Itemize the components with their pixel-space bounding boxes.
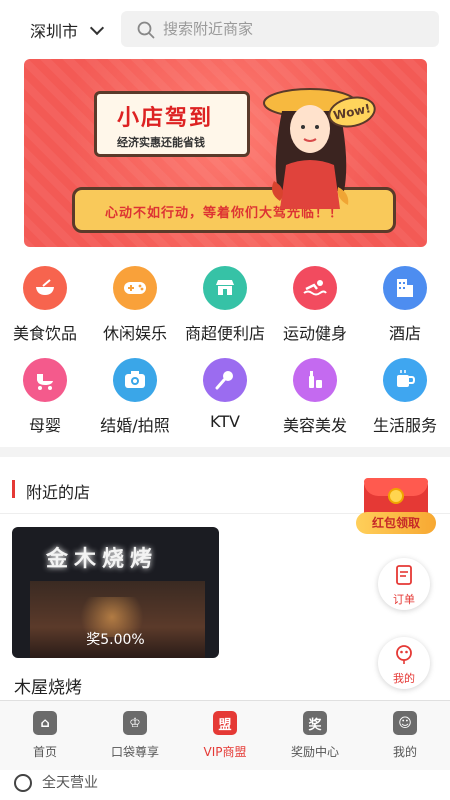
category-label: 结婚/拍照 — [100, 416, 170, 435]
tab-mine[interactable]: ☺ 我的 — [360, 711, 450, 760]
bottom-peek-row: 全天营业 — [0, 770, 450, 800]
bottom-tab-bar: ⌂ 首页 ♔ 口袋尊享 盟 VIP商盟 奖 奖励中心 ☺ 我的 — [0, 700, 450, 770]
search-input[interactable] — [163, 20, 423, 38]
tab-label: 奖励中心 — [290, 745, 339, 759]
order-icon — [396, 565, 412, 585]
category-label: 商超便利店 — [184, 324, 265, 343]
category-label: 休闲娱乐 — [102, 324, 167, 343]
tab-home[interactable]: ⌂ 首页 — [0, 711, 90, 760]
reward-icon: 奖 — [303, 711, 327, 735]
category-label: 运动健身 — [282, 324, 347, 343]
business-hours: 全天营业 — [42, 775, 98, 791]
cosmetics-icon — [293, 358, 337, 402]
bowl-icon — [23, 266, 67, 310]
red-packet-button[interactable]: 红包领取 — [356, 474, 436, 536]
swim-icon — [293, 266, 337, 310]
top-bar: 深圳市 — [0, 0, 450, 58]
nearby-title: 附近的店 — [26, 483, 91, 502]
gamepad-icon — [113, 266, 157, 310]
section-divider — [0, 447, 450, 457]
category-label: 美食饮品 — [12, 324, 77, 343]
banner-card: 小店驾到 经济实惠还能省钱 — [94, 91, 250, 157]
clock-icon — [14, 774, 32, 792]
tab-label: 首页 — [32, 745, 57, 759]
tab-label: 口袋尊享 — [110, 745, 159, 759]
store-icon — [203, 266, 247, 310]
category-sports-fitness[interactable]: 运动健身 — [270, 266, 360, 344]
tab-label: 我的 — [392, 745, 417, 759]
category-ktv[interactable]: KTV — [180, 358, 270, 431]
banner-subtitle: 经济实惠还能省钱 — [117, 136, 205, 149]
category-convenience-store[interactable]: 商超便利店 — [180, 266, 270, 344]
shop-promo: 奖5.00% — [86, 632, 145, 648]
category-label: KTV — [210, 412, 240, 431]
category-food-drinks[interactable]: 美食饮品 — [0, 266, 90, 344]
cup-icon — [383, 358, 427, 402]
red-packet-label: 红包领取 — [356, 512, 436, 534]
hotel-icon — [383, 266, 427, 310]
orders-label: 订单 — [393, 593, 415, 606]
category-life-services[interactable]: 生活服务 — [360, 358, 450, 436]
mine-float-button[interactable]: 我的 — [378, 637, 430, 689]
category-label: 酒店 — [388, 324, 421, 343]
tab-vip-alliance[interactable]: 盟 VIP商盟 — [180, 711, 270, 760]
shop-card-image[interactable]: 金木烧烤 奖5.00% — [12, 527, 219, 658]
category-wedding-photo[interactable]: 结婚/拍照 — [90, 358, 180, 436]
stroller-icon — [23, 358, 67, 402]
chevron-down-icon — [89, 20, 105, 35]
crown-icon: ♔ — [123, 711, 147, 735]
tab-reward-center[interactable]: 奖 奖励中心 — [270, 711, 360, 760]
tab-label: VIP商盟 — [203, 745, 247, 759]
category-row: 母婴 结婚/拍照 KTV 美容美发 生活服务 — [0, 358, 450, 448]
section-accent-bar — [12, 480, 15, 498]
search-icon — [137, 21, 155, 39]
coin-icon — [388, 488, 404, 504]
microphone-icon — [203, 358, 247, 402]
category-row: 美食饮品 休闲娱乐 商超便利店 运动健身 酒店 — [0, 266, 450, 356]
banner-title: 小店驾到 — [117, 106, 214, 131]
shop-sign: 金木烧烤 — [46, 547, 159, 572]
category-label: 母婴 — [28, 416, 61, 435]
promo-banner[interactable]: 心动不如行动，等着你们大驾光临！！ 小店驾到 经济实惠还能省钱 Wow! — [24, 59, 427, 247]
orders-float-button[interactable]: 订单 — [378, 558, 430, 610]
category-beauty-salon[interactable]: 美容美发 — [270, 358, 360, 436]
city-label: 深圳市 — [30, 22, 79, 41]
category-mother-baby[interactable]: 母婴 — [0, 358, 90, 436]
home-icon: ⌂ — [33, 711, 57, 735]
tab-pocket-vip[interactable]: ♔ 口袋尊享 — [90, 711, 180, 760]
search-bar[interactable] — [121, 11, 439, 47]
category-label: 美容美发 — [282, 416, 347, 435]
category-label: 生活服务 — [372, 416, 437, 435]
city-selector[interactable]: 深圳市 — [30, 18, 105, 42]
robot-icon — [396, 645, 412, 664]
camera-icon — [113, 358, 157, 402]
category-hotel[interactable]: 酒店 — [360, 266, 450, 344]
vip-alliance-icon: 盟 — [213, 711, 237, 735]
category-entertainment[interactable]: 休闲娱乐 — [90, 266, 180, 344]
mine-label: 我的 — [393, 672, 415, 685]
shop-name[interactable]: 木屋烧烤 — [14, 673, 82, 698]
user-icon: ☺ — [393, 711, 417, 735]
